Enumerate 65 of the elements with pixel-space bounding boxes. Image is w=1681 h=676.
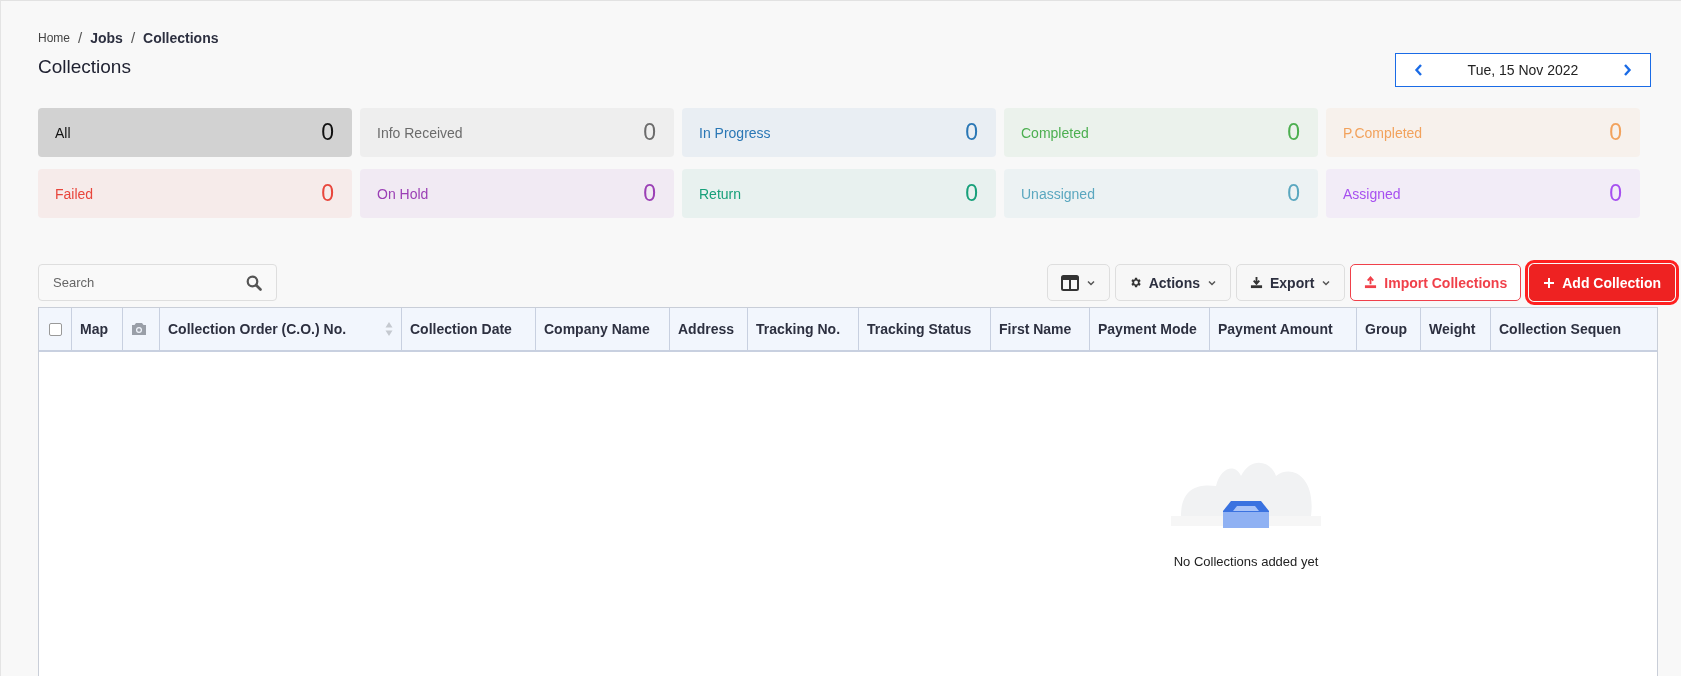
breadcrumb-link[interactable]: Home [38,30,70,45]
column-header[interactable]: Collection Sequen [1499,321,1622,337]
columns-button[interactable] [1046,264,1110,301]
chevron-right-icon[interactable] [1622,63,1632,77]
chevron-left-icon[interactable] [1414,63,1424,77]
column-header[interactable]: First Name [999,321,1072,337]
import-button[interactable]: Import Collections [1350,264,1522,301]
breadcrumb-separator: / [78,29,83,46]
column-header[interactable]: Map [80,321,108,337]
camera-icon [131,322,147,336]
status-card[interactable]: Info Received 0 [360,108,674,157]
date-value: Tue, 15 Nov 2022 [1467,62,1579,78]
empty-message: No Collections added yet [1173,554,1319,569]
status-label: All [55,124,71,141]
actions-button[interactable]: Actions [1114,264,1231,301]
export-button[interactable]: Export [1235,264,1346,301]
status-card[interactable]: All 0 [38,108,352,157]
status-count: 0 [965,180,978,207]
status-card[interactable]: Assigned 0 [1326,169,1640,218]
breadcrumb-separator: / [130,29,136,46]
column-header[interactable]: Company Name [544,321,650,337]
status-label: Completed [1021,124,1089,141]
status-count: 0 [1609,119,1622,146]
status-count: 0 [1287,119,1300,146]
breadcrumb-link[interactable]: Collections [143,29,219,46]
search-input[interactable]: Search [51,274,246,291]
caret-icon [1206,278,1217,287]
status-label: Assigned [1343,185,1401,202]
status-count: 0 [643,119,656,146]
status-count: 0 [1287,180,1300,207]
status-label: Unassigned [1021,185,1095,202]
search-field[interactable]: Search [38,264,277,301]
status-count: 0 [643,180,656,207]
status-label: Return [699,185,742,202]
select-all-checkbox[interactable] [48,322,62,336]
status-label: In Progress [699,124,771,141]
upload-icon [1364,276,1378,289]
column-header[interactable]: Collection Order (C.O.) No. [168,321,347,337]
column-header[interactable]: Tracking No. [756,321,841,337]
column-header[interactable]: Group [1365,321,1407,337]
status-count: 0 [321,180,334,207]
status-card[interactable]: On Hold 0 [360,169,674,218]
status-count: 0 [965,119,978,146]
status-card[interactable]: In Progress 0 [682,108,996,157]
status-label: Failed [55,185,94,202]
page-title: Collections [38,56,132,78]
search-icon[interactable] [246,274,262,291]
status-count: 0 [1609,180,1622,207]
caret-icon [1321,278,1332,287]
breadcrumb-link[interactable]: Jobs [90,29,123,46]
columns-icon [1060,274,1079,291]
status-label: On Hold [377,185,429,202]
download-icon [1249,276,1263,289]
caret-icon [1085,278,1096,287]
status-label: Info Received [377,124,463,141]
plus-icon [1543,276,1556,289]
column-header[interactable]: Payment Amount [1218,321,1333,337]
date-picker[interactable]: Tue, 15 Nov 2022 [1395,53,1651,87]
column-header[interactable]: Collection Date [410,321,512,337]
status-count: 0 [321,119,334,146]
column-header[interactable]: Weight [1429,321,1476,337]
column-header[interactable]: Address [678,321,735,337]
column-header[interactable]: Tracking Status [867,321,972,337]
status-label: P.Completed [1343,124,1423,141]
column-header[interactable]: Payment Mode [1098,321,1197,337]
